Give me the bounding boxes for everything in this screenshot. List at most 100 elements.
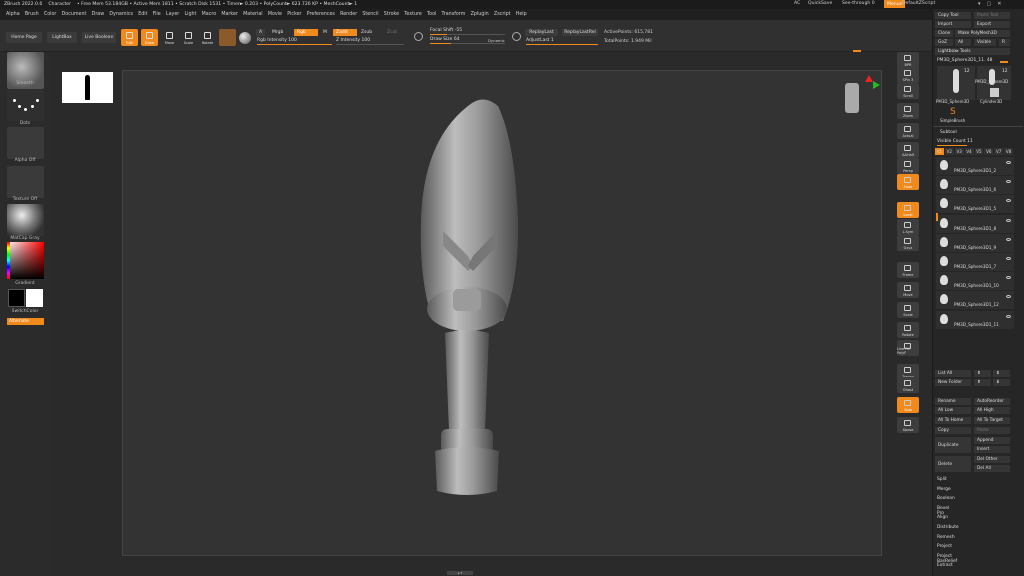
switch-color-label[interactable]: SwitchColor: [0, 309, 50, 314]
menu-light[interactable]: Light: [184, 12, 196, 17]
menu-help[interactable]: Help: [516, 12, 527, 17]
simplebrush-icon[interactable]: S: [950, 107, 958, 117]
section-distribute[interactable]: Distribute: [937, 525, 959, 530]
paste-tool-button[interactable]: Paste Tool: [974, 12, 1010, 19]
version-tab-5[interactable]: V5: [974, 148, 984, 155]
toolbar-bpr[interactable]: BPR: [897, 52, 919, 68]
replay-last-rel-button[interactable]: ReplayLastRel: [562, 29, 598, 36]
all-to-home-button[interactable]: All To Home: [935, 417, 971, 424]
del-other-button[interactable]: Del Other: [974, 456, 1010, 463]
quicksave-button[interactable]: QuickSave: [808, 1, 832, 6]
menu-material[interactable]: Material: [243, 12, 263, 17]
eye-icon[interactable]: [1006, 237, 1011, 241]
shelf-scroll-indicator[interactable]: [853, 50, 861, 52]
move-up-button[interactable]: ⬆: [974, 370, 991, 377]
subtool-item[interactable]: PM3D_Sphere3D1_9: [936, 233, 1014, 253]
focal-icon[interactable]: [414, 32, 423, 41]
a-toggle[interactable]: A: [256, 29, 266, 36]
toolbar-zoom[interactable]: Zoom: [897, 103, 919, 119]
eye-icon[interactable]: [1006, 161, 1011, 164]
new-folder-button[interactable]: New Folder: [935, 379, 971, 386]
menu-macro[interactable]: Macro: [202, 12, 217, 17]
focal-shift-slider[interactable]: Focal Shift -55: [430, 27, 505, 35]
menu-render[interactable]: Render: [340, 12, 357, 17]
copy-button[interactable]: Copy: [935, 427, 971, 434]
stroke-preview[interactable]: [7, 89, 44, 121]
menu-transform[interactable]: Transform: [442, 12, 466, 17]
m-toggle[interactable]: M: [320, 29, 330, 36]
menu-file[interactable]: File: [153, 12, 161, 17]
subtool-item[interactable]: PM3D_Sphere3D1_8: [936, 214, 1014, 234]
mrgb-toggle[interactable]: Mrgb: [269, 29, 286, 36]
folder-down-button[interactable]: ⬇: [993, 379, 1010, 386]
section-project[interactable]: Project: [937, 544, 952, 549]
all-button[interactable]: All: [955, 39, 971, 46]
scale-tool-button[interactable]: Scale: [180, 29, 197, 46]
toolbar-rotate[interactable]: Rotate: [897, 322, 919, 338]
r-button[interactable]: R: [999, 39, 1010, 46]
eye-icon[interactable]: [1006, 180, 1011, 184]
import-button[interactable]: Import: [935, 21, 971, 28]
menu-document[interactable]: Document: [62, 12, 87, 17]
version-tab-4[interactable]: V4: [964, 148, 974, 155]
append-button[interactable]: Append: [974, 437, 1010, 444]
export-button[interactable]: Export: [974, 21, 1010, 28]
adjust-last-slider[interactable]: AdjustLast 1: [526, 37, 598, 45]
view-head-icon[interactable]: [845, 83, 859, 113]
replay-icon[interactable]: [512, 32, 521, 41]
menu-picker[interactable]: Picker: [287, 12, 301, 17]
zsub-toggle[interactable]: Zsub: [358, 29, 375, 36]
default-zscript-button[interactable]: DefaultZScript: [902, 1, 935, 6]
make-polymesh-button[interactable]: Make PolyMesh3D: [955, 30, 1010, 37]
lightbox-button[interactable]: LightBox: [47, 32, 77, 43]
toolbar-local[interactable]: Local: [897, 202, 919, 218]
toolbar-aahalf[interactable]: AAHalf: [897, 142, 919, 158]
replay-last-button[interactable]: ReplayLast: [525, 29, 558, 36]
version-tab-3[interactable]: V3: [954, 148, 964, 155]
delete-button[interactable]: Delete: [935, 456, 971, 472]
menu-stencil[interactable]: Stencil: [362, 12, 378, 17]
menu-movie[interactable]: Movie: [268, 12, 282, 17]
menu-marker[interactable]: Marker: [221, 12, 238, 17]
toolbar-solo[interactable]: Solo: [897, 397, 919, 413]
visible-button[interactable]: Visible: [974, 39, 996, 46]
toolbar-ghost[interactable]: Ghost: [897, 377, 919, 393]
section-align[interactable]: Align: [937, 515, 948, 520]
tool-slider[interactable]: [1000, 61, 1008, 63]
all-high-button[interactable]: All High: [974, 407, 1010, 414]
rgb-intensity-slider[interactable]: Rgb Intensity 100: [257, 37, 332, 45]
eye-icon[interactable]: [1006, 218, 1011, 222]
eye-icon[interactable]: [1006, 199, 1011, 203]
z-intensity-slider[interactable]: Z Intensity 100: [336, 37, 404, 45]
toolbar-gxyz[interactable]: Gxyz: [897, 235, 919, 251]
subtool-item[interactable]: PM3D_Sphere3D1_11: [936, 310, 1014, 330]
subtool-item[interactable]: PM3D_Sphere3D1_5: [936, 195, 1014, 215]
menu-draw[interactable]: Draw: [92, 12, 105, 17]
toolbar-floor[interactable]: Floor: [897, 174, 919, 190]
color-picker[interactable]: [7, 242, 44, 279]
subtool-header[interactable]: Subtool: [940, 130, 957, 135]
toolbar-spix-3[interactable]: SPix 3: [897, 67, 919, 83]
clone-button[interactable]: Clone: [935, 30, 953, 37]
menu-tool[interactable]: Tool: [427, 12, 436, 17]
menu-dynamics[interactable]: Dynamics: [109, 12, 133, 17]
copy-tool-button[interactable]: Copy Tool: [935, 12, 971, 19]
version-tab-6[interactable]: V6: [984, 148, 994, 155]
toolbar-move[interactable]: Move: [897, 282, 919, 298]
move-tool-button[interactable]: Move: [161, 29, 178, 46]
zadd-toggle[interactable]: Zadd: [333, 29, 357, 36]
eye-icon[interactable]: [1006, 257, 1011, 260]
toolbar-xpose[interactable]: Xpose: [897, 417, 919, 433]
home-page-button[interactable]: Home Page: [6, 32, 42, 43]
folder-icon-button[interactable]: ⬆: [974, 379, 991, 386]
version-tab-7[interactable]: V7: [994, 148, 1004, 155]
subtool-item[interactable]: PM3D_Sphere3D1_7: [936, 253, 1014, 272]
eye-icon[interactable]: [1006, 314, 1011, 318]
alternate-button[interactable]: Alternate: [7, 318, 44, 325]
secondary-color-swatch[interactable]: [26, 289, 43, 307]
toolbar-line-fill-polyf[interactable]: Line Fill PolyF: [897, 340, 919, 356]
list-all-button[interactable]: List All: [935, 370, 971, 377]
toolbar-scroll[interactable]: Scroll: [897, 83, 919, 99]
menu-preferences[interactable]: Preferences: [307, 12, 335, 17]
brush-icon[interactable]: [219, 29, 236, 46]
